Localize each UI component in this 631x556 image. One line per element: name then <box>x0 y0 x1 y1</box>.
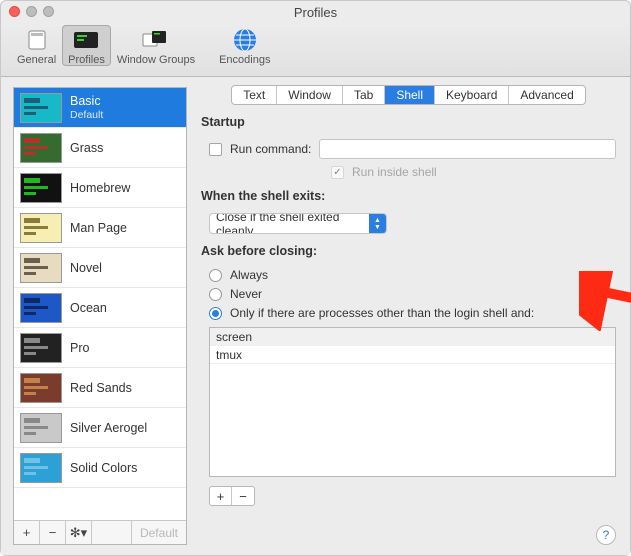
remove-process-button[interactable]: − <box>232 487 254 505</box>
tab-shell[interactable]: Shell <box>385 86 435 104</box>
profile-name: Silver Aerogel <box>70 421 147 435</box>
tab-tab[interactable]: Tab <box>343 86 385 104</box>
profile-row-silver-aerogel[interactable]: Silver Aerogel <box>14 408 186 448</box>
profile-name: Grass <box>70 141 103 155</box>
tab-keyboard[interactable]: Keyboard <box>435 86 509 104</box>
profile-name: Man Page <box>70 221 127 235</box>
general-icon <box>21 27 53 53</box>
profile-name: Ocean <box>70 301 107 315</box>
profile-thumbnail <box>20 373 62 403</box>
help-icon: ? <box>603 528 610 542</box>
profile-thumbnail <box>20 333 62 363</box>
profile-name: Basic <box>70 94 101 108</box>
process-row[interactable]: tmux <box>210 346 615 364</box>
profile-thumbnail <box>20 413 62 443</box>
profile-thumbnail <box>20 293 62 323</box>
profiles-icon <box>70 27 102 53</box>
set-default-button[interactable]: Default <box>131 521 186 544</box>
run-command-checkbox[interactable] <box>209 143 222 156</box>
profile-row-ocean[interactable]: Ocean <box>14 288 186 328</box>
run-command-label: Run command: <box>230 142 311 156</box>
toolbar-profiles-button[interactable]: Profiles <box>62 25 111 66</box>
profiles-sidebar: BasicDefaultGrassHomebrewMan PageNovelOc… <box>13 87 187 545</box>
tab-window[interactable]: Window <box>277 86 343 104</box>
remove-profile-button[interactable]: − <box>40 521 66 544</box>
help-button[interactable]: ? <box>596 525 616 545</box>
shell-exit-select[interactable]: Close if the shell exited cleanly ▲▼ <box>209 213 387 234</box>
profile-row-grass[interactable]: Grass <box>14 128 186 168</box>
window-groups-icon <box>140 27 172 53</box>
profile-row-novel[interactable]: Novel <box>14 248 186 288</box>
run-command-input[interactable] <box>319 139 616 159</box>
window-titlebar: Profiles <box>1 1 630 23</box>
zoom-window-icon[interactable] <box>43 6 54 17</box>
profile-thumbnail <box>20 253 62 283</box>
shell-exits-heading: When the shell exits: <box>201 189 616 203</box>
toolbar-window-groups-button[interactable]: Window Groups <box>111 25 201 66</box>
encodings-icon <box>232 27 258 53</box>
profile-row-homebrew[interactable]: Homebrew <box>14 168 186 208</box>
profile-tabs: TextWindowTabShellKeyboardAdvanced <box>231 85 586 105</box>
tab-text[interactable]: Text <box>232 86 277 104</box>
profile-name: Solid Colors <box>70 461 137 475</box>
ask-only-if-radio[interactable] <box>209 307 222 320</box>
toolbar-general-button[interactable]: General <box>11 25 62 66</box>
profile-thumbnail <box>20 453 62 483</box>
profile-thumbnail <box>20 93 62 123</box>
profile-name: Red Sands <box>70 381 132 395</box>
profile-name: Novel <box>70 261 102 275</box>
minimize-window-icon[interactable] <box>26 6 37 17</box>
profile-row-man-page[interactable]: Man Page <box>14 208 186 248</box>
profile-subtitle: Default <box>70 109 103 121</box>
window-title: Profiles <box>294 5 337 20</box>
ask-before-closing-heading: Ask before closing: <box>201 244 616 258</box>
toolbar-encodings-button[interactable]: Encodings <box>213 25 276 66</box>
run-inside-shell-label: Run inside shell <box>352 165 437 179</box>
preferences-toolbar: General Profiles Window Groups Encodings <box>1 23 630 77</box>
profile-name: Homebrew <box>70 181 130 195</box>
close-window-icon[interactable] <box>9 6 20 17</box>
add-profile-button[interactable]: + <box>14 521 40 544</box>
profile-actions-button[interactable]: ✻▾ <box>66 521 92 544</box>
chevron-updown-icon: ▲▼ <box>369 214 386 233</box>
process-row[interactable]: screen <box>210 328 615 346</box>
profile-thumbnail <box>20 213 62 243</box>
add-process-button[interactable]: + <box>210 487 232 505</box>
ask-never-radio[interactable] <box>209 288 222 301</box>
run-inside-shell-checkbox <box>331 166 344 179</box>
processes-list[interactable]: screentmux <box>209 327 616 477</box>
tab-advanced[interactable]: Advanced <box>509 86 584 104</box>
profile-row-solid-colors[interactable]: Solid Colors <box>14 448 186 488</box>
startup-heading: Startup <box>201 115 616 129</box>
ask-always-radio[interactable] <box>209 269 222 282</box>
profile-row-red-sands[interactable]: Red Sands <box>14 368 186 408</box>
profile-name: Pro <box>70 341 89 355</box>
gear-icon: ✻▾ <box>70 525 87 541</box>
profile-row-basic[interactable]: BasicDefault <box>14 88 186 128</box>
profile-row-pro[interactable]: Pro <box>14 328 186 368</box>
profile-thumbnail <box>20 133 62 163</box>
profile-thumbnail <box>20 173 62 203</box>
